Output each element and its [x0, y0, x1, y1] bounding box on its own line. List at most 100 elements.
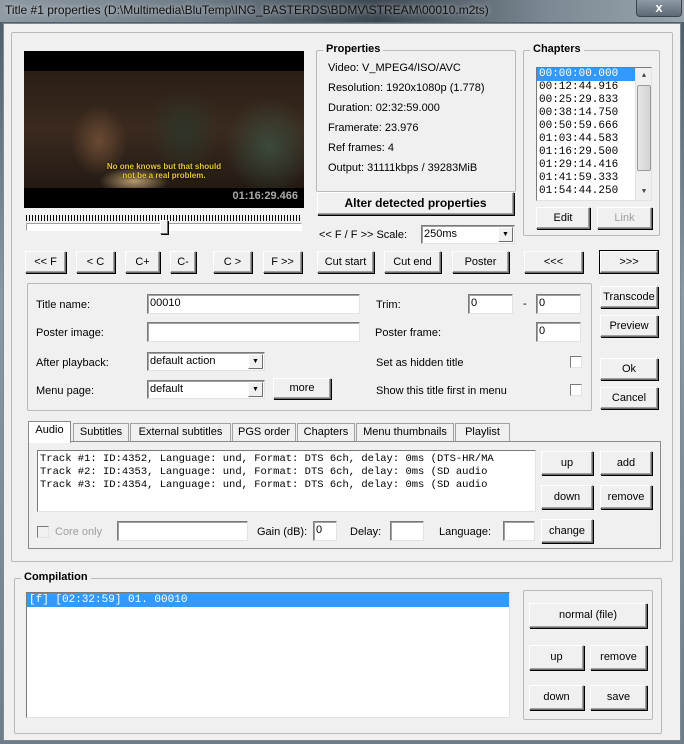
property-framerate: Framerate: 23.976	[328, 122, 419, 134]
audio-tracks-list[interactable]: Track #1: ID:4352, Language: und, Format…	[37, 450, 536, 512]
position-slider-thumb[interactable]	[160, 220, 168, 234]
gain-input[interactable]: 0	[313, 521, 337, 541]
tab-playlist[interactable]: Playlist	[455, 423, 510, 442]
next-chapter-button[interactable]: C >	[213, 251, 252, 273]
ok-button[interactable]: Ok	[600, 358, 658, 380]
subtitle-line-2: not be a real problem.	[122, 171, 206, 180]
poster-button[interactable]: Poster	[452, 251, 509, 273]
next-title-button[interactable]: >>>	[600, 251, 658, 273]
chapter-link-button[interactable]: Link	[597, 207, 652, 229]
tab-audio[interactable]: Audio	[28, 421, 71, 443]
core-only-label: Core only	[55, 526, 103, 538]
scroll-up-icon[interactable]: ▲	[636, 68, 651, 84]
compilation-list[interactable]: [f] [02:32:59] 01. 00010	[26, 592, 510, 718]
dialog-client: No one knows but that should not be a re…	[3, 23, 681, 741]
audio-track-item[interactable]: Track #3: ID:4354, Language: und, Format…	[38, 479, 535, 492]
alter-properties-button[interactable]: Alter detected properties	[317, 192, 514, 215]
compilation-remove-button[interactable]: remove	[590, 645, 647, 670]
chapter-item[interactable]: 00:50:59.666	[537, 120, 651, 133]
chapter-item[interactable]: 01:41:59.333	[537, 172, 651, 185]
chevron-down-icon[interactable]: ▼	[498, 227, 513, 242]
prev-chapter-button[interactable]: < C	[76, 251, 115, 273]
preview-button[interactable]: Preview	[600, 315, 658, 337]
show-first-checkbox[interactable]	[570, 384, 582, 396]
audio-remove-button[interactable]: remove	[600, 485, 652, 509]
chapter-item[interactable]: 00:38:14.750	[537, 107, 651, 120]
tab-subtitles[interactable]: Subtitles	[73, 423, 129, 442]
properties-group: Properties Video: V_MPEG4/ISO/AVC Resolu…	[316, 43, 516, 192]
audio-down-button[interactable]: down	[541, 485, 593, 509]
tab-external-subtitles[interactable]: External subtitles	[130, 423, 231, 442]
show-first-label: Show this title first in menu	[376, 385, 507, 397]
compilation-down-button[interactable]: down	[529, 685, 584, 710]
delay-input[interactable]	[390, 521, 424, 541]
chevron-down-icon[interactable]: ▼	[248, 382, 263, 397]
poster-image-input[interactable]	[147, 322, 360, 342]
compilation-up-button[interactable]: up	[529, 645, 584, 670]
chapter-edit-button[interactable]: Edit	[536, 207, 590, 229]
property-output: Output: 31111kbps / 39283MiB	[328, 162, 478, 174]
add-chapter-button[interactable]: C+	[125, 251, 160, 273]
core-only-checkbox[interactable]	[37, 526, 49, 538]
chapters-scrollbar[interactable]: ▲ ▼	[635, 68, 651, 200]
cancel-button[interactable]: Cancel	[600, 387, 658, 409]
trim-start-input[interactable]: 0	[468, 294, 513, 314]
transcode-button[interactable]: Transcode	[600, 286, 658, 308]
poster-frame-input[interactable]: 0	[536, 322, 581, 342]
chevron-down-icon[interactable]: ▼	[248, 354, 263, 369]
audio-change-button[interactable]: change	[541, 519, 593, 543]
audio-track-item[interactable]: Track #2: ID:4353, Language: und, Format…	[38, 466, 535, 479]
tab-menu-thumbnails[interactable]: Menu thumbnails	[356, 423, 454, 442]
video-preview[interactable]: No one knows but that should not be a re…	[24, 51, 304, 208]
compilation-save-button[interactable]: save	[590, 685, 647, 710]
scrollbar-thumb[interactable]	[637, 85, 651, 171]
property-resolution: Resolution: 1920x1080p (1.778)	[328, 82, 485, 94]
hidden-title-checkbox[interactable]	[570, 356, 582, 368]
chapters-items: 00:00:00.000 00:12:44.916 00:25:29.833 00:3…	[537, 68, 651, 198]
hidden-title-label: Set as hidden title	[376, 357, 464, 369]
chapter-item[interactable]: 00:25:29.833	[537, 94, 651, 107]
cut-end-button[interactable]: Cut end	[384, 251, 441, 273]
chapter-item[interactable]: 01:54:44.250	[537, 185, 651, 198]
gain-label: Gain (dB):	[257, 526, 308, 538]
trim-end-input[interactable]: 0	[536, 294, 581, 314]
more-button[interactable]: more	[273, 378, 331, 399]
chapter-item[interactable]: 00:12:44.916	[537, 81, 651, 94]
tab-chapters[interactable]: Chapters	[297, 423, 355, 442]
title-bar[interactable]: Title #1 properties (D:\Multimedia\BluTe…	[0, 0, 684, 22]
audio-add-button[interactable]: add	[600, 451, 652, 475]
compilation-mode-button[interactable]: normal (file)	[529, 603, 647, 628]
scale-value: 250ms	[424, 228, 458, 240]
prev-frame-button[interactable]: << F	[25, 251, 66, 273]
remove-chapter-button[interactable]: C-	[170, 251, 196, 273]
chapter-item[interactable]: 01:16:29.500	[537, 146, 651, 159]
language-input[interactable]	[503, 521, 535, 541]
scale-select[interactable]: 250ms ▼	[421, 225, 515, 244]
compilation-item[interactable]: [f] [02:32:59] 01. 00010	[27, 593, 509, 607]
tab-pgs-order[interactable]: PGS order	[232, 423, 296, 442]
next-frame-button[interactable]: F >>	[263, 251, 302, 273]
after-playback-label: After playback:	[36, 357, 109, 369]
subtitle-line-1: No one knows but that should	[106, 162, 222, 171]
audio-track-item[interactable]: Track #1: ID:4352, Language: und, Format…	[38, 453, 535, 466]
window-title: Title #1 properties (D:\Multimedia\BluTe…	[5, 3, 489, 17]
cut-start-button[interactable]: Cut start	[317, 251, 374, 273]
chapters-list[interactable]: 00:00:00.000 00:12:44.916 00:25:29.833 00:3…	[536, 67, 652, 201]
chapter-item[interactable]: 01:29:14.416	[537, 159, 651, 172]
compilation-buttons-panel: normal (file) up remove down save	[523, 590, 653, 720]
scroll-down-icon[interactable]: ▼	[636, 184, 651, 200]
after-playback-value: default action	[150, 355, 216, 367]
prev-title-button[interactable]: <<<	[524, 251, 583, 273]
property-ref-frames: Ref frames: 4	[328, 142, 395, 154]
title-name-input[interactable]: 00010	[147, 294, 360, 314]
chapter-item[interactable]: 01:03:44.583	[537, 133, 651, 146]
menu-page-select[interactable]: default ▼	[147, 380, 265, 399]
properties-legend: Properties	[323, 43, 384, 55]
chapter-item[interactable]: 00:00:00.000	[537, 68, 651, 81]
language-label: Language:	[439, 526, 491, 538]
close-button[interactable]: x	[636, 0, 682, 17]
after-playback-select[interactable]: default action ▼	[147, 352, 265, 371]
audio-up-button[interactable]: up	[541, 451, 593, 475]
audio-name-input[interactable]	[117, 521, 248, 541]
trim-separator: -	[523, 298, 527, 310]
